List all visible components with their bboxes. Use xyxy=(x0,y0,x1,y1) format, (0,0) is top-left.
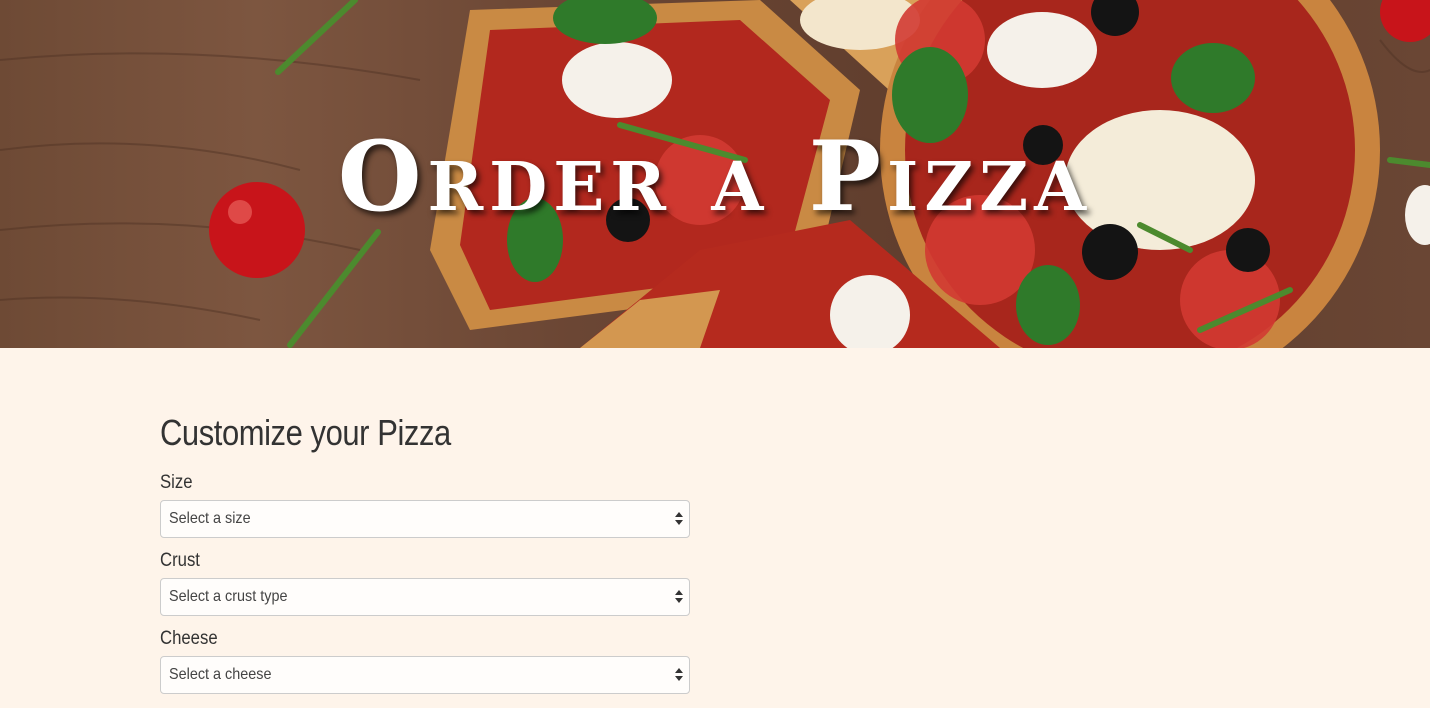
form-heading: Customize your Pizza xyxy=(160,412,451,453)
crust-select[interactable]: Select a crust type xyxy=(160,578,690,616)
select-arrows-icon xyxy=(675,510,683,528)
crust-select-value: Select a crust type xyxy=(169,588,288,605)
select-arrows-icon xyxy=(675,588,683,606)
select-arrows-icon xyxy=(675,666,683,684)
size-label: Size xyxy=(160,472,193,493)
crust-label: Crust xyxy=(160,550,200,571)
cheese-label: Cheese xyxy=(160,628,218,649)
cheese-select[interactable]: Select a cheese xyxy=(160,656,690,694)
size-select[interactable]: Select a size xyxy=(160,500,690,538)
hero-banner: Order a Pizza xyxy=(0,0,1430,348)
pizza-form: Customize your Pizza Size Select a size … xyxy=(160,400,690,706)
cheese-select-value: Select a cheese xyxy=(169,666,272,683)
hero-title: Order a Pizza xyxy=(337,120,1093,233)
size-select-value: Select a size xyxy=(169,510,251,527)
